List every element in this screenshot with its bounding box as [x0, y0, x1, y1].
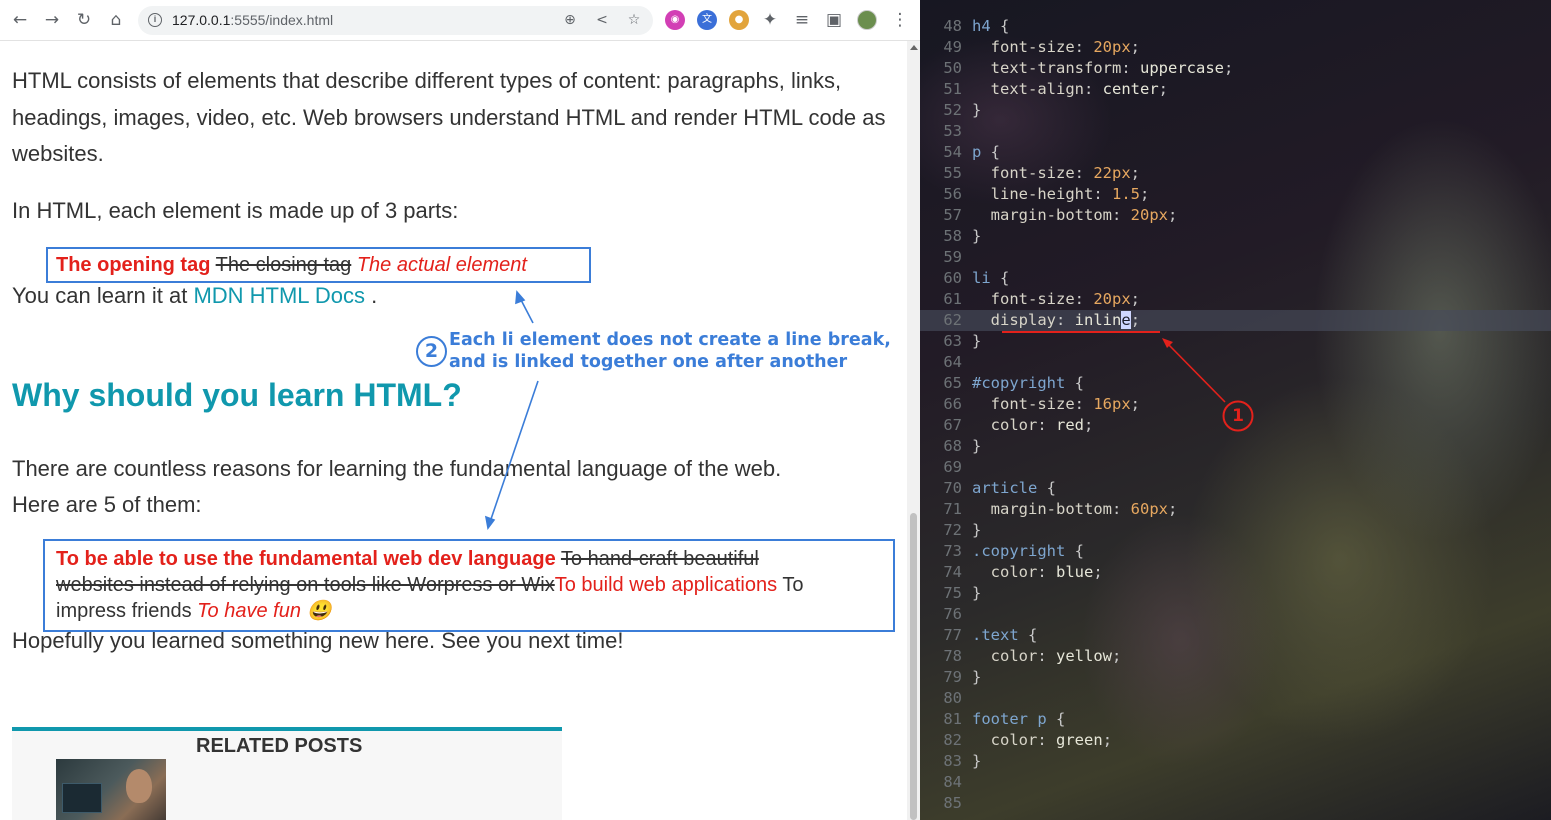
arrow-to-parts-list: [519, 297, 534, 324]
code-editor[interactable]: 48 h4 {49 font-size: 20px; 50 text-transfo…: [920, 0, 1551, 820]
browser-window: ← → ↻ ⌂ i 127.0.0.1:5555/index.html ⊕ < …: [0, 0, 920, 820]
arrow-to-reasons-list: [489, 380, 539, 523]
annotation-arrows: [484, 290, 539, 530]
arrowhead-down: [484, 515, 496, 530]
arrow-to-display-inline: [1165, 341, 1226, 403]
annotation-number-1: 1: [1232, 406, 1244, 426]
arrowhead-up: [515, 290, 526, 305]
